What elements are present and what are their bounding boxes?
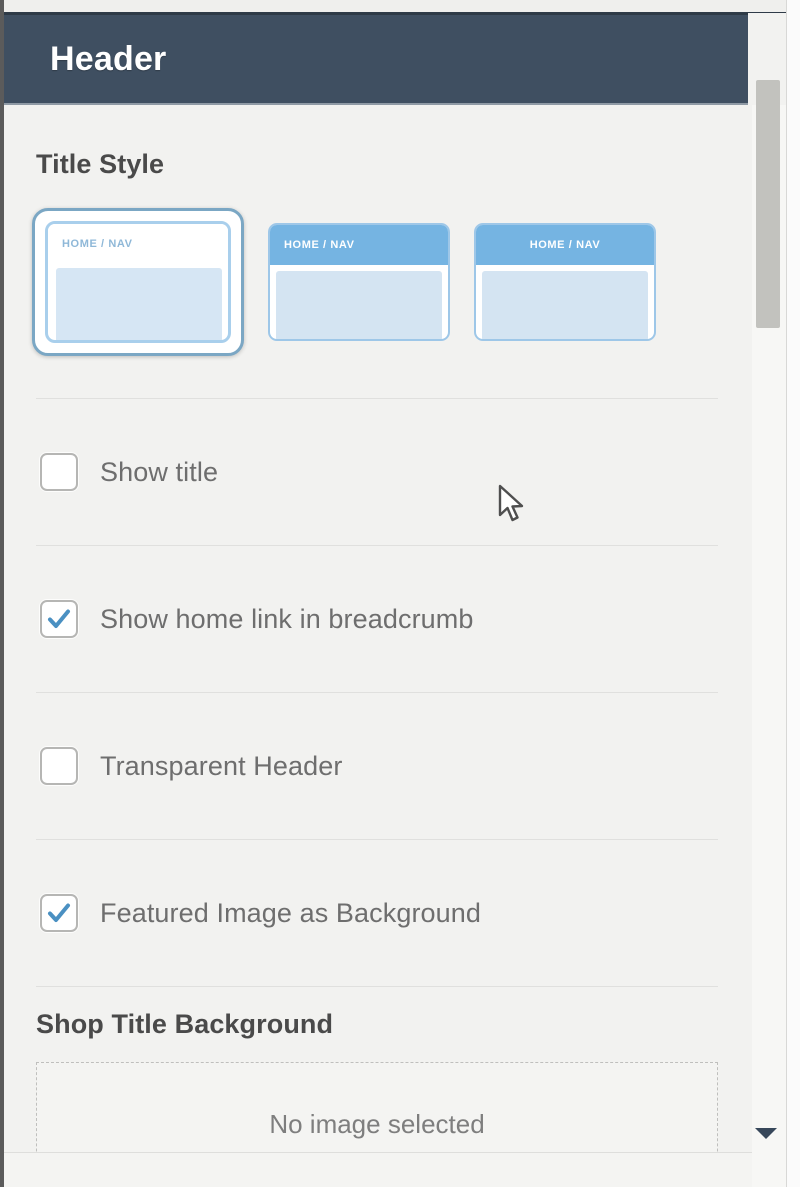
chevron-down-icon[interactable]: [748, 1118, 784, 1148]
thumbnail-nav-label: HOME / NAV: [529, 239, 601, 251]
no-image-selected-text: No image selected: [269, 1109, 485, 1139]
checkbox-featured-image-background[interactable]: [40, 894, 78, 932]
thumbnail-navbar: HOME / NAV: [270, 225, 448, 265]
thumbnail-navbar: HOME / NAV: [476, 225, 654, 265]
scrollbar-thumb[interactable]: [756, 80, 780, 328]
thumbnail-navbar: HOME / NAV: [48, 224, 228, 264]
panel-bottom-fill: [4, 1153, 786, 1187]
title-style-option-1[interactable]: HOME / NAV: [32, 208, 244, 356]
thumbnail-nav-label: HOME / NAV: [62, 237, 133, 250]
title-style-option-3[interactable]: HOME / NAV: [474, 223, 656, 341]
checkbox-transparent-header[interactable]: [40, 747, 78, 785]
thumbnail-nav-label: HOME / NAV: [284, 239, 355, 251]
shop-title-background-heading: Shop Title Background: [36, 1009, 334, 1039]
page-title: Header: [50, 39, 167, 78]
title-style-option-2[interactable]: HOME / NAV: [268, 223, 450, 341]
setting-label-featured-image-background: Featured Image as Background: [100, 897, 482, 928]
thumbnail-content-area: [56, 268, 222, 340]
panel-body: Title Style HOME / NAV HOME / NAV HOME /…: [4, 105, 786, 1187]
setting-row-transparent-header[interactable]: Transparent Header: [4, 693, 786, 839]
customizer-panel: Header Title Style HOME / NAV HOME / NAV: [0, 0, 800, 1187]
checkbox-show-home-link[interactable]: [40, 600, 78, 638]
title-style-options: HOME / NAV HOME / NAV HOME / NAV: [4, 180, 786, 356]
window-right-gutter: [786, 0, 800, 1187]
title-style-thumbnail-3: HOME / NAV: [474, 223, 656, 341]
setting-row-show-home-link[interactable]: Show home link in breadcrumb: [4, 546, 786, 692]
window-left-edge: [0, 0, 4, 1187]
title-style-thumbnail-1: HOME / NAV: [45, 221, 231, 343]
panel-header: Header: [4, 13, 748, 105]
title-style-heading: Title Style: [36, 149, 165, 179]
checkbox-show-title[interactable]: [40, 453, 78, 491]
title-style-thumbnail-2: HOME / NAV: [268, 223, 450, 341]
setting-row-featured-image-background[interactable]: Featured Image as Background: [4, 840, 786, 986]
setting-label-show-home-link: Show home link in breadcrumb: [100, 603, 474, 634]
setting-label-transparent-header: Transparent Header: [100, 750, 343, 781]
thumbnail-content-area: [482, 271, 648, 339]
thumbnail-content-area: [276, 271, 442, 339]
setting-row-show-title[interactable]: Show title: [4, 399, 786, 545]
panel-bottom-hairline: [4, 1152, 786, 1153]
window-top-strip: [0, 0, 800, 13]
setting-label-show-title: Show title: [100, 456, 219, 487]
